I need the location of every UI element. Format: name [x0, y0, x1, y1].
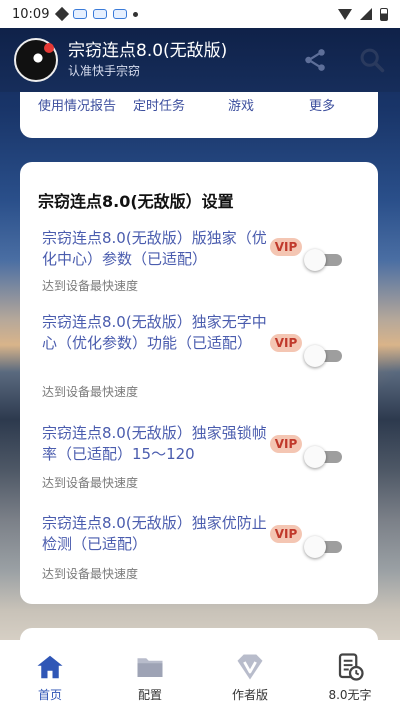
nav-no-text[interactable]: 8.0无字: [300, 640, 400, 711]
setting-description: 达到设备最快速度: [42, 476, 139, 490]
nav-author[interactable]: 作者版: [200, 640, 300, 711]
notification-icon: [113, 9, 128, 19]
bottom-navigation: 首页 配置 作者版 8.0无字: [0, 640, 400, 711]
setting-title: 宗窃连点8.0(无敌版）独家强锁帧率（已适配）15～120: [42, 424, 267, 463]
setting-description: 达到设备最快速度: [42, 385, 139, 399]
setting-title: 宗窃连点8.0(无敌版）独家无字中心（优化参数）功能（已适配）: [42, 313, 267, 352]
settings-card-title: 宗窃连点8.0(无敌版）设置: [38, 192, 234, 211]
vip-badge: VIP: [270, 238, 302, 256]
setting-description: 达到设备最快速度: [42, 567, 139, 581]
app-subtitle: 认准快手宗窃: [68, 64, 141, 78]
more-notifications-icon: [133, 11, 139, 17]
home-icon: [35, 652, 65, 682]
app-header: 宗窃连点8.0(无敌版) 认准快手宗窃: [0, 28, 400, 92]
setting-description: 达到设备最快速度: [42, 279, 139, 293]
setting-title: 宗窃连点8.0(无敌版）独家优防止检测（已适配）: [42, 514, 267, 553]
battery-icon: [380, 7, 388, 21]
wifi-icon: [338, 8, 352, 20]
search-icon[interactable]: [358, 46, 386, 74]
notification-icon: [73, 9, 88, 19]
nav-home-label: 首页: [37, 688, 62, 702]
vip-badge: VIP: [270, 525, 302, 543]
avatar[interactable]: [14, 38, 58, 82]
setting-item[interactable]: 宗窃连点8.0(无敌版）版独家（优化中心）参数（已适配） VIP 达到设备最快速…: [20, 228, 378, 298]
status-time: 10:09: [12, 6, 50, 22]
signal-icon: [360, 8, 372, 20]
settings-card: 宗窃连点8.0(无敌版）设置 宗窃连点8.0(无敌版）版独家（优化中心）参数（已…: [20, 162, 378, 604]
setting-toggle[interactable]: [304, 446, 346, 468]
menu-usage-report[interactable]: 使用情况报告: [38, 98, 116, 116]
quick-menu-card: 使用情况报告 定时任务 游戏 更多: [20, 92, 378, 138]
share-icon[interactable]: [302, 47, 328, 73]
notification-icon: [93, 9, 108, 19]
vip-v-icon: [234, 652, 266, 682]
setting-toggle[interactable]: [304, 249, 346, 271]
nav-no-text-label: 8.0无字: [328, 688, 372, 702]
setting-title: 宗窃连点8.0(无敌版）版独家（优化中心）参数（已适配）: [42, 229, 267, 268]
notification-icon: [55, 6, 70, 22]
menu-scheduled-tasks[interactable]: 定时任务: [133, 98, 185, 116]
menu-more[interactable]: 更多: [309, 98, 335, 116]
setting-item[interactable]: 宗窃连点8.0(无敌版）独家无字中心（优化参数）功能（已适配） VIP 达到设备…: [20, 312, 378, 402]
app-title: 宗窃连点8.0(无敌版): [68, 41, 228, 61]
setting-toggle[interactable]: [304, 536, 346, 558]
nav-home[interactable]: 首页: [0, 640, 100, 711]
folder-icon: [134, 652, 166, 682]
nav-config[interactable]: 配置: [100, 640, 200, 711]
document-clock-icon: [334, 652, 366, 682]
setting-item[interactable]: 宗窃连点8.0(无敌版）独家强锁帧率（已适配）15～120 VIP 达到设备最快…: [20, 423, 378, 493]
status-bar: 10:09: [0, 0, 400, 28]
setting-toggle[interactable]: [304, 345, 346, 367]
setting-item[interactable]: 宗窃连点8.0(无敌版）独家优防止检测（已适配） VIP 达到设备最快速度: [20, 513, 378, 583]
nav-author-label: 作者版: [231, 688, 268, 702]
nav-config-label: 配置: [137, 688, 162, 702]
vip-badge: VIP: [270, 334, 302, 352]
vip-badge: VIP: [270, 435, 302, 453]
menu-games[interactable]: 游戏: [228, 98, 254, 116]
